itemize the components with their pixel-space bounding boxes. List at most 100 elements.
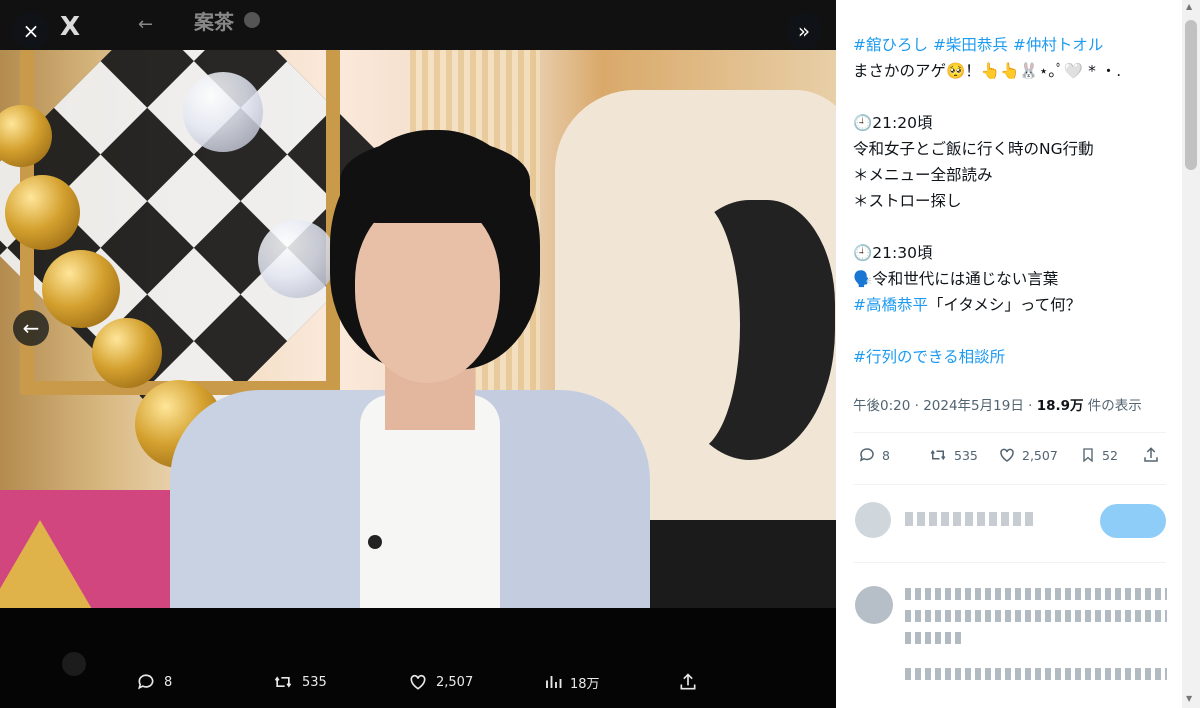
retweet-button[interactable]: 535: [928, 446, 978, 464]
reply-button[interactable]: 8: [858, 446, 890, 464]
scroll-up-arrow-icon[interactable]: ▲: [1186, 2, 1196, 12]
hashtag-link[interactable]: #柴田恭兵: [933, 36, 1008, 54]
bangs: [340, 138, 530, 223]
tweet-text-line: #高橋恭平「イタメシ」って何？: [853, 292, 1173, 318]
background-tweet-header: X ← 案茶: [0, 0, 836, 50]
chevron-double-right-icon: »: [797, 19, 811, 43]
bookmark-icon: [1083, 448, 1093, 463]
tweet-text-segment: まさかのアゲ🥺！👆👆🐰⋆｡ﾟ🤍 * ・.: [853, 62, 1122, 80]
main-person: [170, 120, 650, 608]
divider: [853, 432, 1166, 433]
tweet-text-segment: ＊ストロー探し: [853, 192, 962, 210]
media-like-button[interactable]: 2,507: [408, 672, 473, 692]
media-viewer: X ← 案茶 × » ← 8 535 2,507 18万: [0, 0, 836, 708]
media-views-count: 18万: [570, 676, 600, 692]
tweet-text-line: ＊ストロー探し: [853, 188, 1173, 214]
media-like-count: 2,507: [436, 674, 474, 690]
comment-item[interactable]: [853, 582, 1171, 692]
heart-icon: [1000, 448, 1014, 462]
tweet-time[interactable]: 午後0:20: [853, 398, 910, 414]
media-retweet-count: 535: [302, 674, 327, 690]
tweet-views-suffix: 件の表示: [1083, 398, 1142, 414]
tweet-date[interactable]: 2024年5月19日: [923, 398, 1024, 414]
comment-header-blurred: [905, 588, 1167, 600]
close-button[interactable]: ×: [13, 13, 49, 49]
reply-submit-button[interactable]: [1100, 504, 1166, 538]
speech-bubble-icon: [859, 448, 874, 462]
share-icon: [1144, 447, 1158, 462]
speech-bubble-icon: [138, 674, 154, 690]
like-button[interactable]: 2,507: [998, 446, 1058, 464]
reply-input-blurred[interactable]: [905, 512, 1035, 526]
previous-image-button[interactable]: ←: [13, 310, 49, 346]
meta-separator: ·: [910, 398, 924, 414]
scroll-down-arrow-icon[interactable]: ▼: [1186, 694, 1196, 704]
scrollbar-thumb[interactable]: [1185, 20, 1197, 170]
heart-icon: [410, 674, 426, 690]
gold-ornament: [92, 318, 162, 388]
media-views-button[interactable]: 18万: [544, 672, 600, 692]
retweet-icon: [930, 449, 946, 461]
gold-pyramid: [0, 520, 110, 608]
tweet-text-segment: 🕘21:20頃: [853, 114, 933, 132]
hashtag-link[interactable]: #仲村トオル: [1013, 36, 1104, 54]
tweet-text-line: まさかのアゲ🥺！👆👆🐰⋆｡ﾟ🤍 * ・.: [853, 58, 1173, 84]
tweet-text-line: 🕘21:20頃: [853, 110, 1173, 136]
hashtag-link[interactable]: #舘ひろし: [853, 36, 928, 54]
tweet-text-segment: 令和女子とご飯に行く時のNG行動: [853, 140, 1094, 158]
meta-separator: ·: [1023, 398, 1037, 414]
close-icon: ×: [22, 19, 40, 43]
gold-ornament: [42, 250, 120, 328]
comment-actions-blurred: [905, 668, 1167, 680]
media-reply-count: 8: [164, 674, 173, 690]
tweet-text-line: 🗣️令和世代には通じない言葉: [853, 266, 1173, 292]
tweet-meta: 午後0:20 · 2024年5月19日 · 18.9万 件の表示: [853, 394, 1142, 414]
lapel-mic: [368, 535, 382, 549]
tweet-text-line: 🕘21:30頃: [853, 240, 1173, 266]
divider: [853, 562, 1166, 563]
bar-chart-icon: [546, 676, 562, 688]
tweet-text-segment: 「イタメシ」って何？: [928, 296, 1082, 314]
share-button[interactable]: [1142, 446, 1160, 464]
tweet-text-line: ＊メニュー全部読み: [853, 162, 1173, 188]
hashtag-link[interactable]: #高橋恭平: [853, 296, 928, 314]
tweet-views-number: 18.9万: [1036, 398, 1084, 414]
share-icon: [680, 673, 696, 690]
reply-composer: [853, 500, 1171, 544]
comment-text-blurred: [905, 632, 965, 644]
tweet-text-segment: ＊メニュー全部読み: [853, 166, 993, 184]
background-account-name: 案茶: [194, 10, 234, 34]
tweet-text-segment: 🕘21:30頃: [853, 244, 933, 262]
x-logo: X: [60, 12, 81, 42]
retweet-count: 535: [954, 447, 978, 463]
divider: [853, 484, 1166, 485]
user-avatar: [855, 502, 891, 538]
bookmark-count: 52: [1102, 447, 1118, 463]
expand-panel-button[interactable]: »: [786, 13, 822, 49]
dark-pants: [645, 520, 836, 608]
bookmark-button[interactable]: 52: [1080, 446, 1118, 464]
tweet-text-segment: 🗣️令和世代には通じない言葉: [853, 270, 1059, 288]
background-back-icon: ←: [138, 14, 154, 35]
face: [355, 198, 500, 383]
verified-badge-icon: [244, 12, 260, 28]
comment-avatar[interactable]: [855, 586, 893, 624]
tweet-text-blank-line: [853, 84, 1173, 110]
tweet-stats-bar: 8 535 2,507 52: [858, 446, 1168, 470]
media-photo: [0, 50, 836, 608]
tweet-text: #舘ひろし #柴田恭兵 #仲村トオルまさかのアゲ🥺！👆👆🐰⋆｡ﾟ🤍 * ・. 🕘2…: [853, 32, 1173, 370]
tweet-text-blank-line: [853, 214, 1173, 240]
media-share-button[interactable]: [678, 672, 698, 692]
hashtag-link[interactable]: #行列のできる相談所: [853, 348, 1005, 366]
tweet-text-line: 令和女子とご飯に行く時のNG行動: [853, 136, 1173, 162]
comment-text-blurred: [905, 610, 1167, 622]
tweet-text-line: #舘ひろし #柴田恭兵 #仲村トオル: [853, 32, 1173, 58]
media-retweet-button[interactable]: 535: [272, 672, 327, 692]
tweet-text-blank-line: [853, 318, 1173, 344]
media-action-bar: 8 535 2,507 18万: [0, 662, 836, 706]
reply-count: 8: [882, 447, 890, 463]
gold-ornament: [5, 175, 80, 250]
media-reply-button[interactable]: 8: [136, 672, 172, 692]
like-count: 2,507: [1022, 447, 1058, 463]
yinyang-pattern-light: [650, 200, 740, 450]
